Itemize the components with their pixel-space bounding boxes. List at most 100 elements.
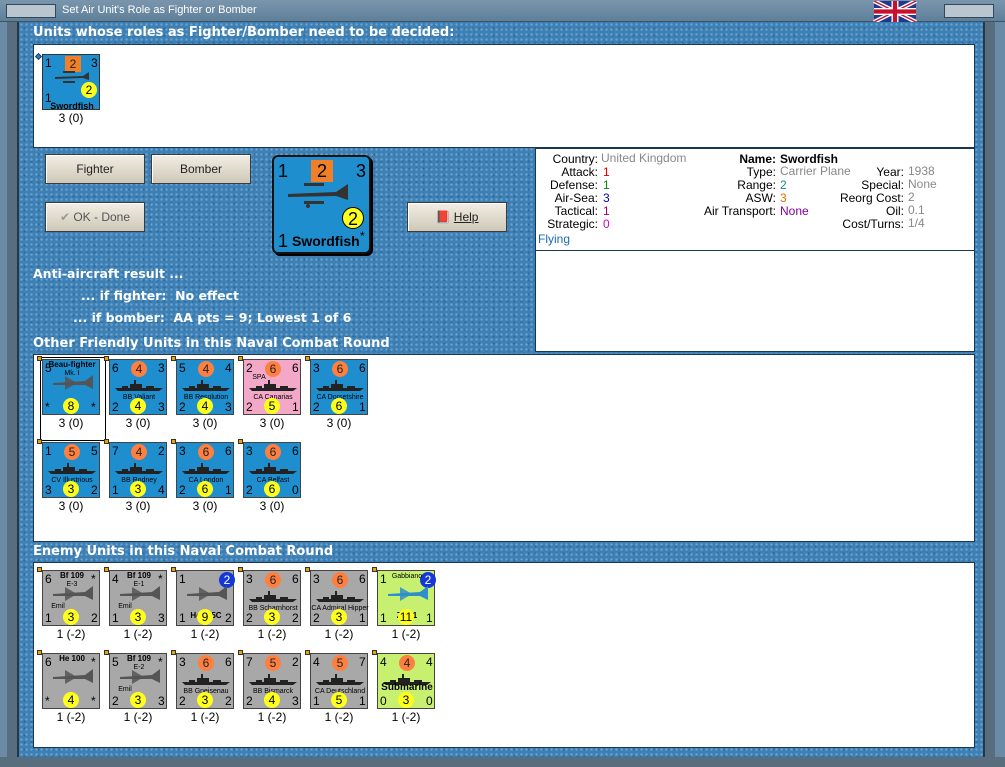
- unit-count: 3 (0): [58, 111, 84, 125]
- friendly-unit[interactable]: 2 6 6 CA Canarias SPA 2 5 1 3 (0): [238, 356, 303, 430]
- unit-info-panel: Country: United Kingdom Attack: 1 Defens…: [535, 148, 975, 251]
- unit-br: 2: [91, 611, 98, 625]
- unit-by: 3: [63, 481, 79, 497]
- unit-count: 1 (-2): [123, 710, 153, 724]
- checkmark-icon: ✔: [59, 210, 70, 224]
- unit-name: Swordfish: [50, 101, 94, 111]
- unit-to: 6: [198, 444, 214, 460]
- unit-tl: 6: [112, 361, 119, 375]
- reorg-value: 2: [908, 190, 915, 204]
- enemy-unit[interactable]: 3 6 6 CA Admiral Hipper 2 3 1 1 (-2): [305, 567, 370, 641]
- unit-br: *: [91, 400, 96, 414]
- unit-tr: 6: [292, 361, 299, 375]
- friendly-unit[interactable]: 6 4 3 BB Valiant 2 4 3 3 (0): [104, 356, 169, 430]
- unit-sub: SPA: [252, 374, 266, 381]
- attack-label: Attack:: [561, 165, 598, 179]
- unit-counter: 7 4 2 BB Rodney 1 3 4: [109, 442, 167, 498]
- undecided-unit-swordfish[interactable]: 1 2 3 1 Swordfish 2 3 (0): [40, 54, 102, 125]
- unit-tr: 2: [292, 655, 299, 669]
- enemy-unit[interactable]: 12He 115C1921 (-2): [171, 567, 236, 641]
- enemy-unit[interactable]: 6 * He 100 * 4 * 1 (-2): [37, 650, 102, 724]
- unit-count: 3 (0): [259, 416, 285, 430]
- unit-pilot: Emil: [118, 686, 132, 693]
- enemy-unit[interactable]: 4 4 4 Submarine 0 3 0 1 (-2): [372, 650, 437, 724]
- air-transport-label: Air Transport:: [703, 204, 776, 218]
- ok-done-button[interactable]: ✔ OK - Done: [45, 202, 145, 232]
- bottom-frame: [0, 757, 1005, 767]
- friendly-unit[interactable]: 3 6 6 CA London 2 6 1 3 (0): [171, 439, 236, 513]
- enemy-unit[interactable]: 7 5 2 BB Bismarck 2 4 3 1 (-2): [238, 650, 303, 724]
- flying-status: Flying: [538, 232, 571, 246]
- aa-bomber-row: ... if bomber: AA pts = 9; Lowest 1 of 6: [73, 310, 351, 325]
- big-unit-name: Swordfish: [292, 233, 360, 249]
- friendly-unit[interactable]: 7 4 2 BB Rodney 1 3 4 3 (0): [104, 439, 169, 513]
- friendly-unit[interactable]: 5 4 4 BB Resolution 2 4 3 3 (0): [171, 356, 236, 430]
- unit-by: 11: [398, 609, 414, 625]
- friendly-unit[interactable]: 3 6 6 CA Belfast 2 6 0 3 (0): [238, 439, 303, 513]
- enemy-unit[interactable]: 6 * Bf 109 E-3 Emil 1 3 2 1 (-2): [37, 567, 102, 641]
- unit-sub: Mk. I: [64, 370, 80, 377]
- friendly-unit[interactable]: 3 6 6 CA Dorsetshire 2 6 1 3 (0): [305, 356, 370, 430]
- unit-counter: 5 4 4 BB Resolution 2 4 3: [176, 359, 234, 415]
- unit-bl: 2: [313, 400, 320, 414]
- oil-value: 0.1: [908, 203, 925, 217]
- unit-by: 3: [264, 609, 280, 625]
- unit-bl: *: [45, 400, 50, 414]
- title-bar[interactable]: Set Air Unit's Role as Fighter or Bomber: [0, 0, 1005, 22]
- enemy-units-panel: 6 * Bf 109 E-3 Emil 1 3 2 1 (-2) 4 * Bf 109 E-1 Emil 1…: [33, 562, 975, 748]
- unit-count: 1 (-2): [391, 710, 421, 724]
- biplane-icon: [288, 183, 348, 208]
- unit-by: 4: [130, 398, 146, 414]
- unit-by: 8: [63, 398, 79, 414]
- unit-counter: 4 * Bf 109 E-1 Emil 1 3 3: [109, 570, 167, 626]
- unit-bl: 2: [246, 694, 253, 708]
- fighter-button[interactable]: Fighter: [45, 154, 145, 184]
- unit-by: 5: [331, 692, 347, 708]
- friendly-unit[interactable]: 5 Beau-fighter Mk. I * 8 * 3 (0): [37, 356, 106, 441]
- unit-name: Bf 109: [126, 654, 151, 663]
- friendly-unit[interactable]: 1 5 5 CV Illustrious 3 3 2 3 (0): [37, 439, 102, 513]
- unit-count: 1 (-2): [123, 627, 153, 641]
- unit-counter: 4 5 7 CA Deutschland 1 5 1: [310, 653, 368, 709]
- enemy-unit[interactable]: 3 6 6 BB Scharnhorst 2 3 2 1 (-2): [238, 567, 303, 641]
- left-frame: [7, 22, 19, 757]
- bomber-button[interactable]: Bomber: [151, 154, 251, 184]
- unit-counter: 3 6 6 CA Dorsetshire 2 6 1: [310, 359, 368, 415]
- unit-tl: 3: [313, 361, 320, 375]
- unit-count: 1 (-2): [257, 627, 287, 641]
- unit-notes-panel: [535, 250, 975, 352]
- unit-br: 0: [426, 694, 433, 708]
- system-menu-button[interactable]: [6, 4, 56, 18]
- cost-label: Cost/Turns:: [842, 217, 904, 231]
- unit-sub: E-3: [66, 581, 78, 588]
- unit-tl: 4: [380, 655, 387, 669]
- unit-by: 3: [63, 609, 79, 625]
- unit-tr: 6: [292, 444, 299, 458]
- enemy-unit[interactable]: 3 6 6 BB Gneisenau 2 3 2 1 (-2): [171, 650, 236, 724]
- help-button[interactable]: 📕 Help: [407, 202, 507, 232]
- unit-bl: 2: [112, 694, 119, 708]
- undecided-heading: Units whose roles as Fighter/Bomber need…: [33, 25, 455, 40]
- country-value: United Kingdom: [601, 151, 687, 165]
- country-label: Country:: [552, 152, 598, 166]
- enemy-unit[interactable]: 12Z.501Gabbiano11111 (-2): [372, 567, 437, 641]
- enemy-unit[interactable]: 4 5 7 CA Deutschland 1 5 1 1 (-2): [305, 650, 370, 724]
- unit-count: 3 (0): [58, 416, 84, 430]
- name-label: Name:: [739, 152, 776, 166]
- unit-counter: 12Z.501Gabbiano1111: [377, 570, 436, 626]
- strategic-value: 0: [603, 217, 610, 231]
- window-control-button[interactable]: [944, 4, 994, 18]
- unit-count: 1 (-2): [56, 627, 86, 641]
- enemy-unit[interactable]: 5 * Bf 109 E-2 Emil 2 3 3 1 (-2): [104, 650, 169, 724]
- unit-br: 0: [292, 483, 299, 497]
- big-unit-star: *: [360, 229, 365, 243]
- unit-tr: 3: [158, 361, 165, 375]
- unit-tr: 7: [359, 655, 366, 669]
- help-label: Help: [453, 210, 479, 224]
- friendly-units-panel: 5 Beau-fighter Mk. I * 8 * 3 (0) 6 4 3 BB Valiant 2…: [33, 354, 975, 542]
- unit-bl: 1: [179, 611, 186, 625]
- unit-count: 3 (0): [259, 499, 285, 513]
- enemy-unit[interactable]: 4 * Bf 109 E-1 Emil 1 3 3 1 (-2): [104, 567, 169, 641]
- range-label: Range:: [737, 178, 776, 192]
- unit-bl: 2: [179, 694, 186, 708]
